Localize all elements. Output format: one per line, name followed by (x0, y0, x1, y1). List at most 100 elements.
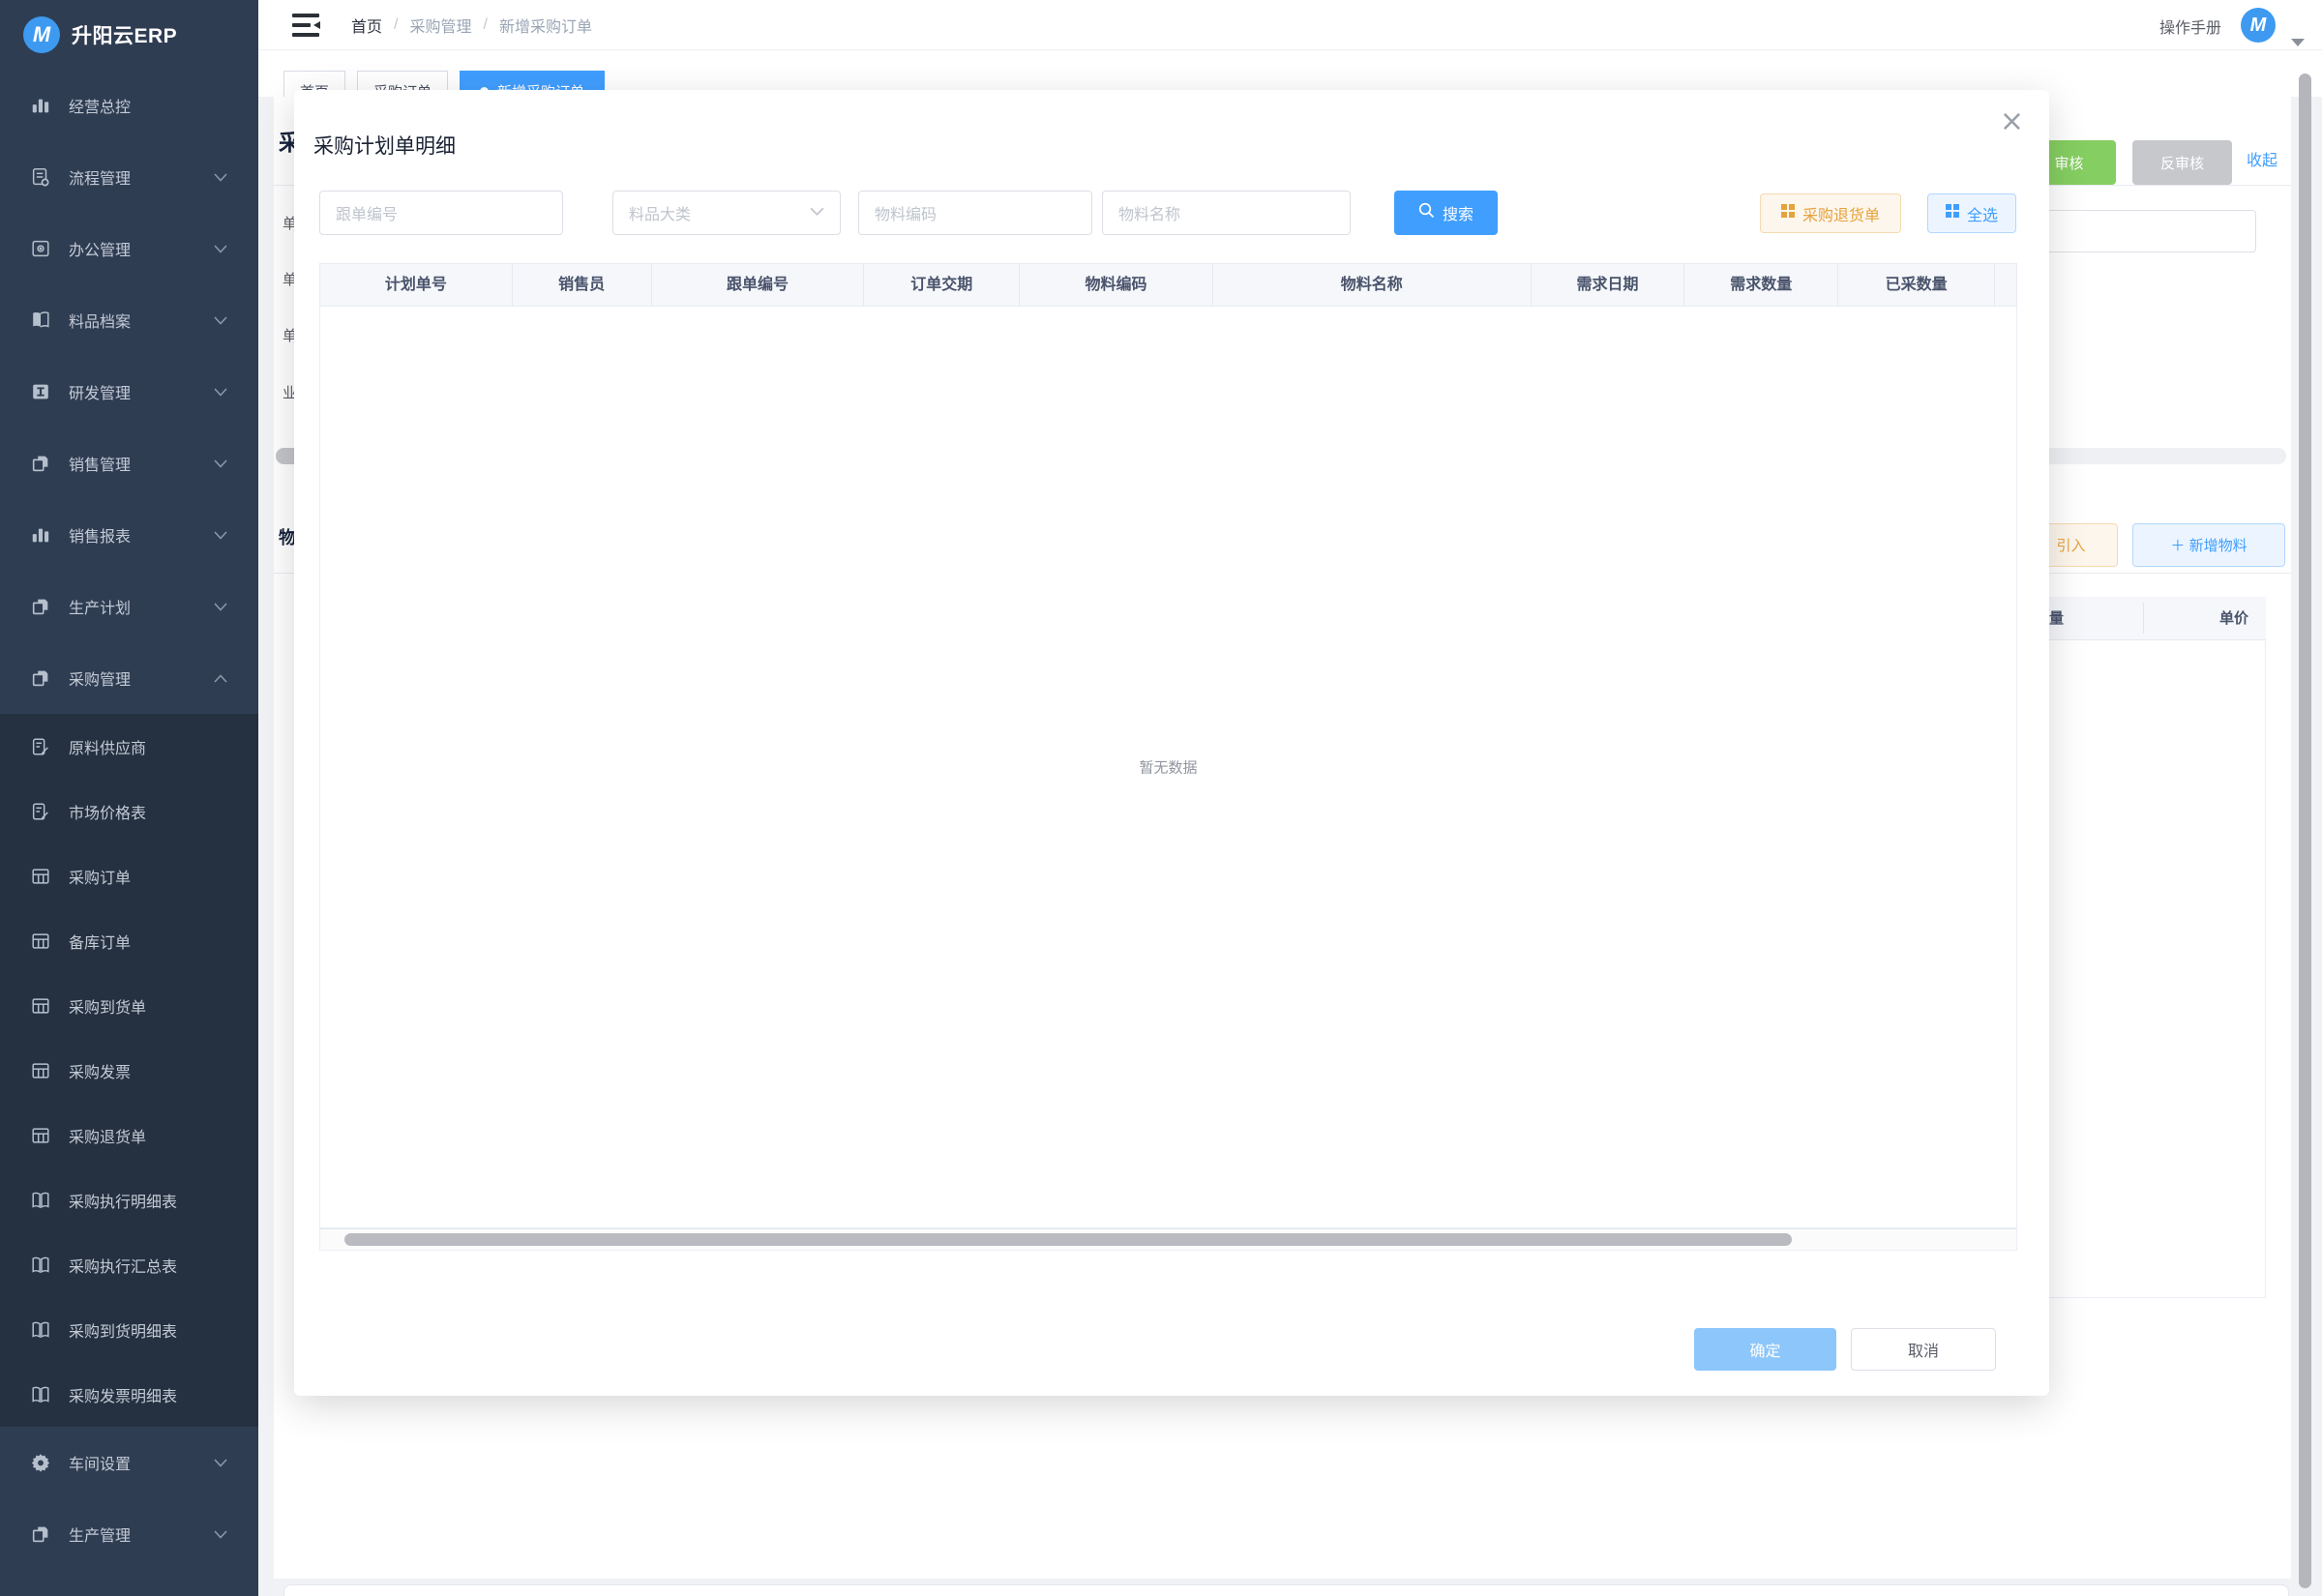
select-all-label: 全选 (1967, 202, 1998, 225)
sidebar-item-label: 采购到货单 (69, 994, 146, 1018)
sidebar-item[interactable]: 加工车间 (0, 1570, 258, 1596)
purchase-return-button[interactable]: 采购退货单 (1760, 193, 1901, 233)
sidebar-item[interactable]: 生产管理 (0, 1498, 258, 1570)
sidebar-item[interactable]: 销售管理 (0, 428, 258, 499)
chevron-icon (214, 459, 227, 468)
sidebar-item[interactable]: 原料供应商 (0, 714, 258, 779)
files-icon (29, 452, 52, 475)
breadcrumb-separator: / (483, 16, 487, 34)
sidebar-item[interactable]: 采购到货明细表 (0, 1297, 258, 1362)
app-root: M 升阳云ERP 经营总控 流程管理 办公管理 料品档案 研发管理 销售管理 销… (0, 0, 2322, 1596)
breadcrumb-purchase[interactable]: 采购管理 (409, 14, 471, 37)
sidebar-item[interactable]: 采购发票明细表 (0, 1362, 258, 1427)
sidebar-item[interactable]: 采购退货单 (0, 1103, 258, 1167)
sidebar-item[interactable]: 销售报表 (0, 499, 258, 571)
app-logo-icon: M (23, 16, 60, 53)
purchase-plan-modal: × 采购计划单明细 跟单编号 料品大类 物料编码 物料名称 搜索 采购退货单 全… (294, 90, 2049, 1396)
search-button[interactable]: 搜索 (1394, 191, 1498, 235)
unaudit-button[interactable]: 反审核 (2132, 140, 2232, 185)
plan-table-body: 暂无数据 (319, 307, 2017, 1228)
confirm-button[interactable]: 确定 (1694, 1328, 1836, 1371)
chart-icon (29, 523, 52, 547)
sidebar-item[interactable]: 采购执行汇总表 (0, 1232, 258, 1297)
material-name-input[interactable]: 物料名称 (1102, 191, 1351, 235)
select-all-button[interactable]: 全选 (1927, 193, 2016, 233)
book-icon (29, 309, 52, 332)
placeholder-text: 物料名称 (1118, 201, 1180, 224)
sidebar: M 升阳云ERP 经营总控 流程管理 办公管理 料品档案 研发管理 销售管理 销… (0, 0, 258, 1596)
background-input[interactable] (2017, 210, 2256, 252)
chevron-icon (214, 1530, 227, 1539)
table-icon (29, 994, 52, 1018)
app-title: 升阳云ERP (72, 20, 177, 49)
column-header (1995, 264, 2016, 306)
sidebar-item-label: 经营总控 (69, 94, 131, 117)
sidebar-item-label: 销售报表 (69, 523, 131, 547)
material-code-input[interactable]: 物料编码 (858, 191, 1092, 235)
sidebar-item-label: 生产计划 (69, 595, 131, 618)
sidebar-item[interactable]: 采购订单 (0, 843, 258, 908)
sidebar-item-label: 采购发票明细表 (69, 1383, 177, 1406)
rd-icon (29, 380, 52, 403)
sidebar-item[interactable]: 经营总控 (0, 70, 258, 141)
sidebar-item[interactable]: 研发管理 (0, 356, 258, 428)
cancel-button[interactable]: 取消 (1851, 1328, 1996, 1371)
sidebar-item[interactable]: 车间设置 (0, 1427, 258, 1498)
chevron-icon (214, 531, 227, 540)
category-select[interactable]: 料品大类 (612, 191, 841, 235)
sidebar-item[interactable]: 采购执行明细表 (0, 1167, 258, 1232)
add-material-button[interactable]: ＋ 新增物料 (2132, 523, 2285, 567)
sidebar-item[interactable]: 采购管理 (0, 642, 258, 714)
avatar[interactable]: M (2241, 8, 2276, 43)
gear-icon (29, 1451, 52, 1474)
doc-edit-icon (29, 735, 52, 758)
column-header: 单价 (2219, 597, 2248, 640)
sidebar-submenu: 原料供应商 市场价格表 采购订单 备库订单 采购到货单 采购发票 采购退货单 采… (0, 714, 258, 1427)
sidebar-item-label: 采购到货明细表 (69, 1318, 177, 1342)
chevron-icon (214, 674, 227, 683)
chevron-down-icon[interactable] (2291, 39, 2305, 46)
collapse-menu-icon[interactable] (291, 12, 320, 39)
doc-icon (29, 165, 52, 189)
column-header: 计划单号 (320, 264, 513, 306)
chart-icon (29, 94, 52, 117)
column-header: 跟单编号 (652, 264, 865, 306)
placeholder-text: 料品大类 (629, 201, 691, 224)
modal-horizontal-scrollbar-thumb[interactable] (344, 1233, 1792, 1246)
sidebar-item[interactable]: 料品档案 (0, 284, 258, 356)
sidebar-item[interactable]: 采购到货单 (0, 973, 258, 1038)
chevron-icon (214, 316, 227, 325)
sidebar-item-label: 料品档案 (69, 309, 131, 332)
breadcrumb-current: 新增采购订单 (499, 14, 592, 37)
sidebar-item[interactable]: 备库订单 (0, 908, 258, 973)
bottom-panel (283, 1584, 2289, 1596)
sidebar-item[interactable]: 办公管理 (0, 213, 258, 284)
table-icon (29, 1059, 52, 1082)
close-icon[interactable]: × (2000, 107, 2024, 136)
column-header: 需求数量 (1684, 264, 1838, 306)
table-icon (29, 930, 52, 953)
sidebar-item[interactable]: 采购发票 (0, 1038, 258, 1103)
grid-icon (1946, 204, 1959, 222)
open-book-icon (29, 1189, 52, 1212)
order-no-input[interactable]: 跟单编号 (319, 191, 563, 235)
manual-link[interactable]: 操作手册 (2159, 15, 2221, 38)
plan-table-header: 计划单号销售员跟单编号订单交期物料编码物料名称需求日期需求数量已采数量 (319, 263, 2017, 307)
column-header: 物料名称 (1213, 264, 1532, 306)
sidebar-item-label: 采购执行明细表 (69, 1189, 177, 1212)
page-vertical-scrollbar-thumb[interactable] (2299, 74, 2311, 1588)
sidebar-item-label: 市场价格表 (69, 800, 146, 823)
office-icon (29, 237, 52, 260)
modal-title: 采购计划单明细 (313, 131, 456, 160)
collapse-panel-link[interactable]: 收起 (2247, 147, 2277, 170)
sidebar-item-label: 采购退货单 (69, 1124, 146, 1147)
sidebar-item[interactable]: 流程管理 (0, 141, 258, 213)
breadcrumb-home[interactable]: 首页 (351, 14, 382, 37)
column-header: 物料编码 (1020, 264, 1213, 306)
sidebar-item-label: 采购订单 (69, 865, 131, 888)
chevron-icon (214, 173, 227, 182)
files-icon (29, 666, 52, 690)
sidebar-item[interactable]: 生产计划 (0, 571, 258, 642)
sidebar-item[interactable]: 市场价格表 (0, 779, 258, 843)
modal-horizontal-scrollbar-track[interactable] (319, 1228, 2017, 1251)
